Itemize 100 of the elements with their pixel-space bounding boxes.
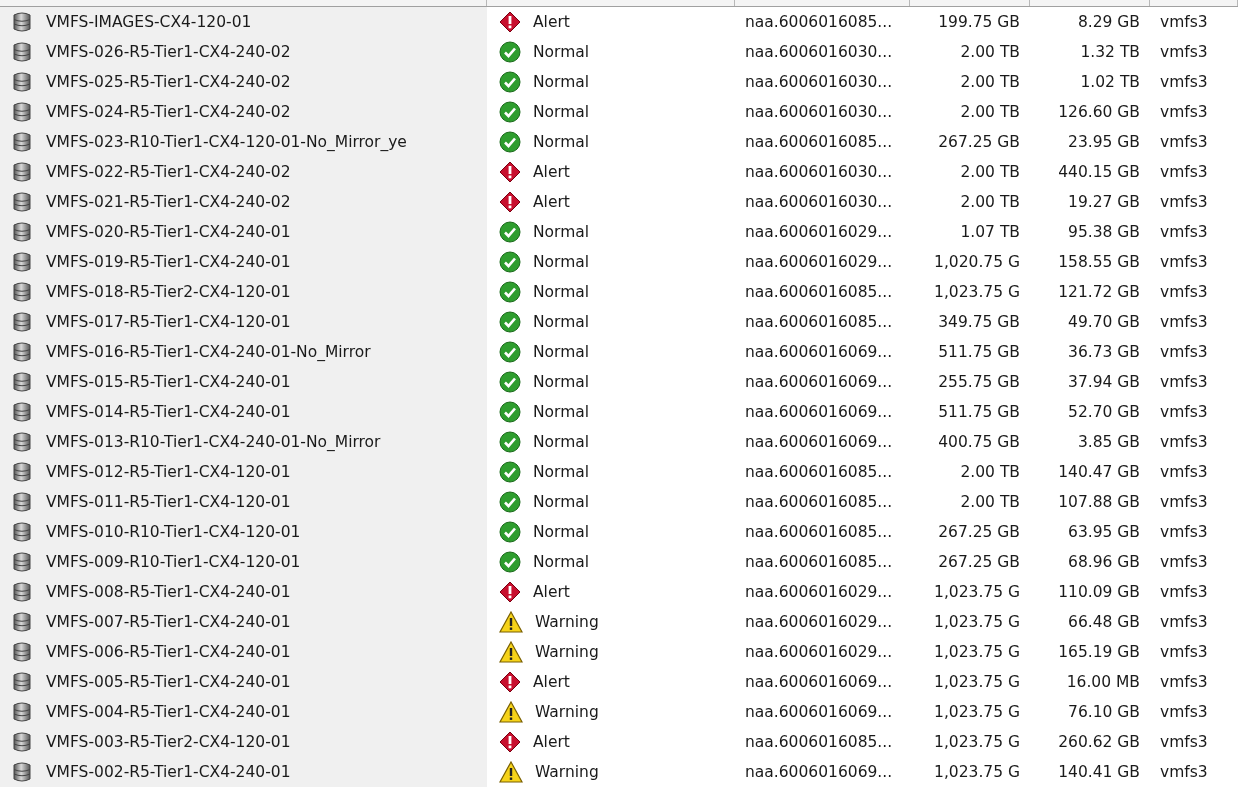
- status-text: Warning: [535, 643, 599, 661]
- capacity-text: 267.25 GB: [938, 553, 1020, 571]
- free-space-text: 19.27 GB: [1068, 193, 1140, 211]
- type-text: vmfs3: [1160, 133, 1208, 151]
- database-icon: [12, 521, 32, 543]
- status-text: Alert: [533, 13, 570, 31]
- status-text: Normal: [533, 223, 590, 241]
- database-icon: [12, 71, 32, 93]
- datastore-name: VMFS-008-R5-Tier1-CX4-240-01: [46, 583, 291, 601]
- status-text: Warning: [535, 703, 599, 721]
- status-text: Normal: [533, 403, 590, 421]
- capacity-text: 2.00 TB: [960, 163, 1020, 181]
- datastore-name: VMFS-IMAGES-CX4-120-01: [46, 13, 252, 31]
- status-text: Normal: [533, 103, 590, 121]
- datastore-name: VMFS-016-R5-Tier1-CX4-240-01-No_Mirror: [46, 343, 371, 361]
- datastore-name: VMFS-011-R5-Tier1-CX4-120-01: [46, 493, 291, 511]
- type-text: vmfs3: [1160, 373, 1208, 391]
- device-text: naa.6006016069...: [745, 373, 893, 391]
- database-icon: [12, 611, 32, 633]
- datastore-name: VMFS-025-R5-Tier1-CX4-240-02: [46, 73, 291, 91]
- type-text: vmfs3: [1160, 523, 1208, 541]
- type-text: vmfs3: [1160, 703, 1208, 721]
- type-text: vmfs3: [1160, 493, 1208, 511]
- free-space-text: 165.19 GB: [1058, 643, 1140, 661]
- type-text: vmfs3: [1160, 43, 1208, 61]
- database-icon: [12, 731, 32, 753]
- status-text: Normal: [533, 253, 590, 271]
- free-space-text: 1.32 TB: [1080, 43, 1140, 61]
- database-icon: [12, 761, 32, 783]
- datastore-name: VMFS-021-R5-Tier1-CX4-240-02: [46, 193, 291, 211]
- device-text: naa.6006016030...: [745, 163, 893, 181]
- status-text: Alert: [533, 733, 570, 751]
- device-text: naa.6006016085...: [745, 463, 893, 481]
- database-icon: [12, 341, 32, 363]
- status-text: Normal: [533, 493, 590, 511]
- free-space-text: 23.95 GB: [1068, 133, 1140, 151]
- device-text: naa.6006016029...: [745, 613, 893, 631]
- device-text: naa.6006016085...: [745, 283, 893, 301]
- status-text: Alert: [533, 583, 570, 601]
- type-text: vmfs3: [1160, 253, 1208, 271]
- type-text: vmfs3: [1160, 763, 1208, 781]
- device-text: naa.6006016030...: [745, 103, 893, 121]
- status-text: Normal: [533, 73, 590, 91]
- type-text: vmfs3: [1160, 223, 1208, 241]
- free-space-text: 158.55 GB: [1058, 253, 1140, 271]
- free-space-text: 121.72 GB: [1058, 283, 1140, 301]
- capacity-text: 2.00 TB: [960, 493, 1020, 511]
- device-text: naa.6006016030...: [745, 73, 893, 91]
- datastore-name: VMFS-002-R5-Tier1-CX4-240-01: [46, 763, 291, 781]
- capacity-text: 1,023.75 G: [934, 583, 1020, 601]
- status-text: Normal: [533, 433, 590, 451]
- datastore-name: VMFS-014-R5-Tier1-CX4-240-01: [46, 403, 291, 421]
- status-text: Normal: [533, 343, 590, 361]
- free-space-text: 37.94 GB: [1068, 373, 1140, 391]
- capacity-text: 1,023.75 G: [934, 643, 1020, 661]
- capacity-text: 1,023.75 G: [934, 763, 1020, 781]
- type-text: vmfs3: [1160, 673, 1208, 691]
- capacity-text: 199.75 GB: [938, 13, 1020, 31]
- capacity-text: 1,023.75 G: [934, 673, 1020, 691]
- datastore-name: VMFS-009-R10-Tier1-CX4-120-01: [46, 553, 301, 571]
- database-icon: [12, 311, 32, 333]
- datastore-name: VMFS-012-R5-Tier1-CX4-120-01: [46, 463, 291, 481]
- free-space-text: 8.29 GB: [1077, 13, 1140, 31]
- datastore-name: VMFS-024-R5-Tier1-CX4-240-02: [46, 103, 291, 121]
- datastore-name: VMFS-007-R5-Tier1-CX4-240-01: [46, 613, 291, 631]
- database-icon: [12, 701, 32, 723]
- status-text: Normal: [533, 313, 590, 331]
- database-icon: [12, 401, 32, 423]
- datastore-name: VMFS-018-R5-Tier2-CX4-120-01: [46, 283, 291, 301]
- free-space-text: 110.09 GB: [1058, 583, 1140, 601]
- type-text: vmfs3: [1160, 103, 1208, 121]
- free-space-text: 36.73 GB: [1068, 343, 1140, 361]
- datastore-name: VMFS-023-R10-Tier1-CX4-120-01-No_Mirror_ye: [46, 133, 407, 151]
- database-icon: [12, 461, 32, 483]
- free-space-text: 76.10 GB: [1068, 703, 1140, 721]
- database-icon: [12, 101, 32, 123]
- device-text: naa.6006016069...: [745, 703, 893, 721]
- free-space-text: 68.96 GB: [1068, 553, 1140, 571]
- database-icon: [12, 671, 32, 693]
- device-text: naa.6006016069...: [745, 433, 893, 451]
- free-space-text: 140.41 GB: [1058, 763, 1140, 781]
- capacity-text: 2.00 TB: [960, 463, 1020, 481]
- database-icon: [12, 191, 32, 213]
- database-icon: [12, 251, 32, 273]
- database-icon: [12, 431, 32, 453]
- type-text: vmfs3: [1160, 73, 1208, 91]
- device-text: naa.6006016085...: [745, 733, 893, 751]
- type-text: vmfs3: [1160, 643, 1208, 661]
- status-text: Normal: [533, 553, 590, 571]
- capacity-text: 1,023.75 G: [934, 613, 1020, 631]
- type-text: vmfs3: [1160, 313, 1208, 331]
- device-text: naa.6006016030...: [745, 193, 893, 211]
- type-text: vmfs3: [1160, 553, 1208, 571]
- database-icon: [12, 281, 32, 303]
- type-text: vmfs3: [1160, 733, 1208, 751]
- database-icon: [12, 491, 32, 513]
- device-text: naa.6006016069...: [745, 403, 893, 421]
- status-text: Warning: [535, 763, 599, 781]
- type-text: vmfs3: [1160, 403, 1208, 421]
- database-icon: [12, 161, 32, 183]
